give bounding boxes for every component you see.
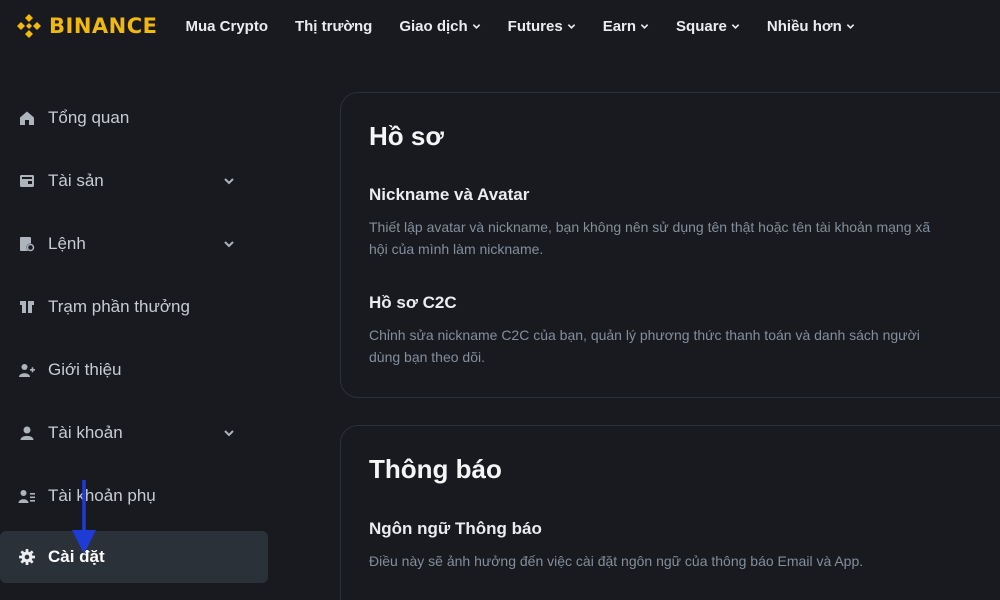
nav-trade[interactable]: Giao dịch — [399, 18, 480, 35]
nav-label: Giao dịch — [399, 17, 468, 35]
binance-logo-icon — [17, 14, 41, 38]
sidebar-item-label: Giới thiệu — [48, 360, 122, 379]
annotation-arrow-icon — [72, 480, 96, 554]
nickname-avatar-link[interactable]: Nickname và Avatar — [369, 185, 529, 205]
nav-markets[interactable]: Thị trường — [295, 18, 372, 35]
sidebar-item-settings[interactable]: Cài đặt — [0, 531, 268, 583]
sidebar-item-orders[interactable]: Lệnh — [0, 218, 268, 270]
section-description: Điều này sẽ ảnh hưởng đến việc cài đặt n… — [369, 553, 864, 569]
home-icon — [20, 111, 34, 125]
chevron-down-icon[interactable] — [222, 426, 236, 440]
nav-futures[interactable]: Futures — [508, 18, 576, 35]
brand-name: BINANCE — [49, 14, 158, 38]
binance-logo[interactable]: BINANCE — [16, 13, 157, 39]
chevron-down-icon — [731, 23, 740, 29]
main-menu: Mua Crypto Thị trường Giao dịch Futures … — [185, 18, 881, 35]
nav-label: Futures — [507, 17, 563, 35]
nav-label: Earn — [602, 17, 637, 35]
card-title: Hồ sơ — [369, 121, 444, 151]
c2c-profile-link[interactable]: Hồ sơ C2C — [369, 293, 457, 313]
nav-square[interactable]: Square — [676, 18, 740, 35]
card-title: Thông báo — [369, 454, 502, 484]
sidebar-item-referral[interactable]: Giới thiệu — [0, 344, 268, 396]
sidebar-item-label: Trạm phần thưởng — [48, 297, 190, 316]
nav-label: Mua Crypto — [185, 17, 268, 35]
referral-icon — [19, 364, 35, 377]
sidebar-item-label: Tài khoản — [48, 423, 123, 442]
sidebar-item-rewards[interactable]: Trạm phần thưởng — [0, 281, 268, 333]
profile-card: Hồ sơ Nickname và Avatar Thiết lập avata… — [340, 92, 1000, 398]
sidebar-item-sub-account[interactable]: Tài khoản phụ — [0, 470, 268, 522]
sub-account-icon — [18, 490, 35, 503]
nav-earn[interactable]: Earn — [603, 18, 649, 35]
nav-label: Nhiều hơn — [766, 17, 842, 35]
nav-label: Thị trường — [294, 17, 373, 35]
sidebar-item-assets[interactable]: Tài sản — [0, 155, 268, 207]
sidebar-item-label: Tổng quan — [48, 108, 130, 127]
sidebar-item-account[interactable]: Tài khoản — [0, 407, 268, 459]
chevron-down-icon[interactable] — [222, 174, 236, 188]
account-icon — [20, 426, 34, 440]
chevron-down-icon — [640, 23, 649, 29]
sidebar-item-overview[interactable]: Tổng quan — [0, 92, 268, 144]
nav-label: Square — [676, 17, 727, 35]
section-description: Thiết lập avatar và nickname, bạn không … — [369, 219, 931, 257]
section-description: Chỉnh sửa nickname C2C của bạn, quản lý … — [369, 327, 920, 365]
chevron-down-icon — [567, 23, 575, 29]
chevron-down-icon[interactable] — [222, 237, 236, 251]
notification-language-link[interactable]: Ngôn ngữ Thông báo — [369, 519, 542, 539]
gear-icon — [19, 549, 35, 565]
wallet-icon — [20, 175, 34, 187]
top-navigation: BINANCE Mua Crypto Thị trường Giao dịch … — [0, 0, 1000, 52]
chevron-down-icon — [472, 23, 480, 29]
notification-card: Thông báo Ngôn ngữ Thông báo Điều này sẽ… — [340, 425, 1000, 600]
sidebar-item-label: Tài khoản phụ — [48, 486, 156, 505]
sidebar-item-label: Lệnh — [48, 234, 86, 253]
rewards-icon — [20, 301, 34, 313]
nav-buy-crypto[interactable]: Mua Crypto — [185, 18, 268, 35]
chevron-down-icon — [846, 23, 854, 29]
orders-icon — [20, 237, 35, 252]
nav-more[interactable]: Nhiều hơn — [767, 18, 855, 35]
sidebar-item-label: Tài sản — [48, 171, 104, 190]
